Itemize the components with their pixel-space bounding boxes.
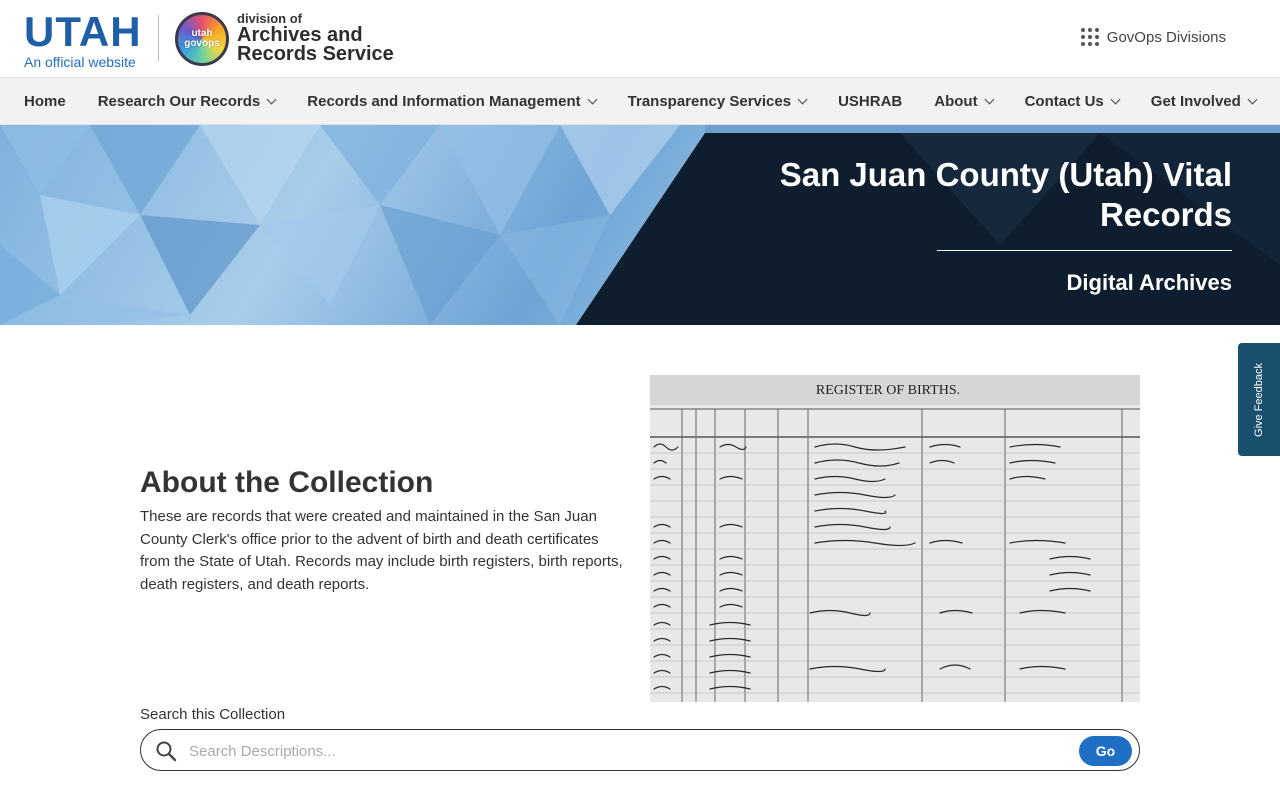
nav-label: Transparency Services (627, 92, 792, 110)
nav-item-records-management[interactable]: Records and Information Management (307, 92, 598, 110)
govops-divisions-button[interactable]: GovOps Divisions (1080, 28, 1226, 46)
hero-banner: San Juan County (Utah) Vital Records Dig… (0, 125, 1280, 325)
go-button[interactable]: Go (1079, 736, 1132, 766)
give-feedback-tab[interactable]: Give Feedback (1238, 343, 1280, 456)
search-input[interactable] (189, 738, 1069, 764)
nav-label: Get Involved (1150, 92, 1241, 110)
chevron-down-icon (1247, 94, 1258, 104)
register-of-births-image: REGISTER OF BIRTHS. (650, 375, 1140, 702)
title-divider (937, 250, 1232, 251)
chevron-down-icon (1110, 94, 1121, 104)
nav-label: Research Our Records (97, 92, 261, 110)
grid-menu-icon (1080, 28, 1099, 46)
page-title: San Juan County (Utah) Vital Records (779, 156, 1232, 233)
search-bar: Go (140, 729, 1140, 771)
search-collection-label: Search this Collection (140, 706, 286, 723)
nav-item-about[interactable]: About (934, 92, 995, 110)
page-subtitle: Digital Archives (1066, 270, 1232, 295)
nav-item-research-our-records[interactable]: Research Our Records (97, 92, 277, 110)
give-feedback-label: Give Feedback (1253, 362, 1265, 437)
register-heading: REGISTER OF BIRTHS. (816, 383, 960, 398)
about-collection-text: These are records that were created and … (140, 508, 623, 593)
nav-label: Contact Us (1024, 92, 1104, 110)
govops-divisions-label: GovOps Divisions (1106, 28, 1226, 46)
nav-item-get-involved[interactable]: Get Involved (1150, 92, 1258, 110)
nav-item-home[interactable]: Home (24, 93, 66, 110)
nav-item-transparency-services[interactable]: Transparency Services (627, 92, 808, 110)
division-name-line2: Records Service (237, 43, 394, 65)
search-icon (156, 741, 177, 762)
govops-logo-icon[interactable]: utah govops (175, 12, 229, 66)
chevron-down-icon (587, 94, 598, 104)
nav-label: About (934, 92, 978, 110)
official-website-link[interactable]: An official website (24, 54, 142, 70)
utah-official-logo[interactable]: UTAH An official website (24, 11, 142, 71)
nav-item-ushrab[interactable]: USHRAB (838, 93, 902, 110)
nav-label: Home (24, 92, 66, 110)
nav-label: USHRAB (838, 92, 903, 110)
utah-wordmark[interactable]: UTAH (24, 11, 142, 53)
chevron-down-icon (984, 94, 995, 104)
main-navigation: Home Research Our Records Records and In… (0, 77, 1280, 125)
chevron-down-icon (797, 94, 808, 104)
about-collection-heading: About the Collection (140, 466, 434, 499)
ledger-page-illustration: REGISTER OF BIRTHS. (650, 375, 1140, 702)
nav-label: Records and Information Management (307, 92, 581, 110)
nav-item-contact-us[interactable]: Contact Us (1024, 92, 1121, 110)
site-header: UTAH An official website utah govops div… (0, 0, 1280, 77)
govops-logo-text: utah govops (184, 28, 220, 49)
chevron-down-icon (266, 94, 277, 104)
header-divider (158, 15, 159, 61)
division-title[interactable]: division of Archives and Records Service (237, 12, 394, 65)
